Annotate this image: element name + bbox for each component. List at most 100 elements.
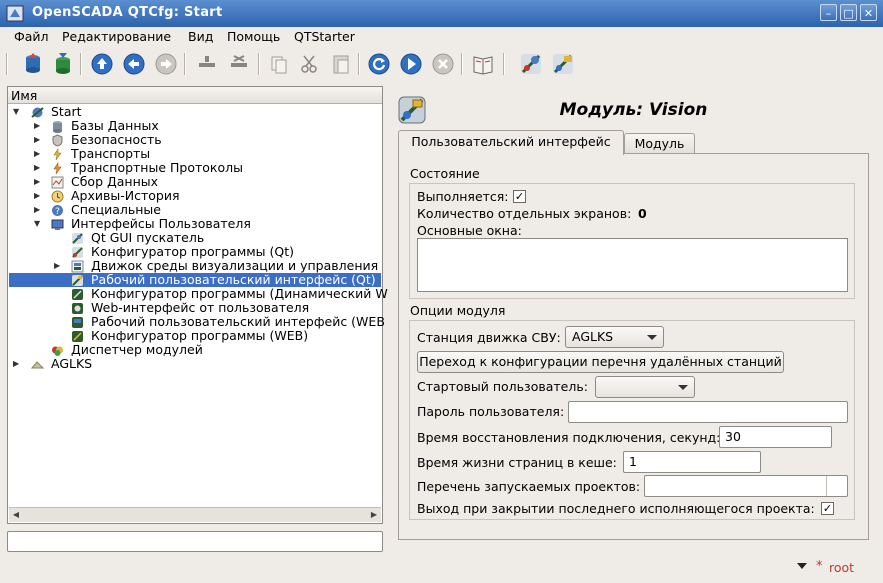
collapse-arrow-icon[interactable]: ▶	[34, 189, 42, 203]
tree-item-webvision[interactable]: Рабочий пользовательский интерфейс (WEB	[91, 315, 385, 329]
tree-item-vcaengine[interactable]: Движок среды визуализации и управления	[91, 259, 378, 273]
back-icon[interactable]	[121, 51, 147, 77]
expand-arrow-icon[interactable]: ▼	[13, 105, 21, 119]
protocol-icon	[53, 162, 62, 175]
tree-horizontal-scrollbar[interactable]: ◀ ▶	[9, 507, 381, 522]
minimize-button[interactable]: –	[820, 4, 837, 21]
item-delete-icon[interactable]	[226, 51, 252, 77]
db-load-icon[interactable]	[20, 51, 46, 77]
tab-module[interactable]: Модуль	[624, 133, 695, 154]
tree-item-qtcfg[interactable]: Конфигуратор программы (Qt)	[91, 245, 294, 259]
projects-combo[interactable]	[644, 475, 848, 497]
title-bar: OpenSCADA QTCfg: Start – □ ✕	[0, 0, 883, 27]
qtcfg-icon[interactable]	[518, 51, 544, 77]
station-select[interactable]: AGLKS	[565, 326, 664, 348]
database-icon	[53, 121, 62, 133]
expand-arrow-icon[interactable]: ▼	[34, 217, 42, 231]
main-windows-label: Основные окна:	[417, 223, 522, 238]
webvision-icon	[72, 317, 83, 328]
webuser-icon	[72, 303, 83, 314]
stop-icon[interactable]	[430, 51, 456, 77]
status-dropdown-icon[interactable]	[797, 563, 807, 569]
forward-icon[interactable]	[153, 51, 179, 77]
window-title: OpenSCADA QTCfg: Start	[32, 5, 223, 20]
menu-help[interactable]: Помощь	[227, 27, 280, 47]
special-icon: ?	[52, 205, 63, 217]
toolbar	[0, 47, 883, 81]
item-add-icon[interactable]	[194, 51, 220, 77]
collapse-arrow-icon[interactable]: ▶	[34, 147, 42, 161]
state-group-label: Состояние	[410, 166, 480, 181]
scroll-right-icon[interactable]: ▶	[367, 508, 381, 521]
tree-item-start[interactable]: Start	[51, 105, 82, 119]
status-user[interactable]: root	[829, 560, 854, 575]
collapse-arrow-icon[interactable]: ▶	[34, 175, 42, 189]
vcaengine-icon	[71, 260, 84, 273]
menu-qtstarter[interactable]: QTStarter	[294, 27, 355, 47]
menu-edit[interactable]: Редактирование	[62, 27, 171, 47]
tree-item-webcfg[interactable]: Конфигуратор программы (WEB)	[91, 329, 308, 343]
qtstarter-icon	[72, 233, 83, 244]
tree-item-transports[interactable]: Транспорты	[71, 147, 150, 161]
exit-on-close-label: Выход при закрытии последнего исполняюще…	[417, 501, 815, 516]
menu-bar: Файл Редактирование Вид Помощь QTStarter	[0, 27, 883, 47]
up-icon[interactable]	[89, 51, 115, 77]
password-field[interactable]	[568, 401, 848, 423]
tree-search-field[interactable]	[7, 531, 383, 552]
tree-item-special[interactable]: Специальные	[71, 203, 161, 217]
transport-icon	[53, 148, 62, 161]
exit-on-close-checkbox[interactable]: ✓	[821, 502, 834, 515]
paste-icon[interactable]	[328, 51, 354, 77]
collapse-arrow-icon[interactable]: ▶	[54, 259, 62, 273]
refresh-icon[interactable]	[366, 51, 392, 77]
tree-item-archives[interactable]: Архивы-История	[71, 189, 179, 203]
close-button[interactable]: ✕	[860, 4, 877, 21]
copy-icon[interactable]	[266, 51, 292, 77]
tree-item-qtstarter[interactable]: Qt GUI пускатель	[91, 231, 204, 245]
scroll-left-icon[interactable]: ◀	[9, 508, 23, 521]
tree-item-webcfgd[interactable]: Конфигуратор программы (Динамический W	[91, 287, 388, 301]
restore-time-label: Время восстановления подключения, секунд…	[417, 430, 721, 445]
tree-header[interactable]: Имя	[8, 87, 382, 104]
manual-icon[interactable]	[470, 51, 496, 77]
start-user-select[interactable]	[595, 376, 695, 398]
tree-item-daq[interactable]: Сбор Данных	[71, 175, 158, 189]
station-label: Станция движка СВУ:	[417, 330, 561, 345]
maximize-button[interactable]: □	[840, 4, 857, 21]
tree-item-databases[interactable]: Базы Данных	[71, 119, 159, 133]
start-icon[interactable]	[398, 51, 424, 77]
tree-item-modsched[interactable]: Диспетчер модулей	[71, 343, 203, 357]
main-windows-textarea[interactable]	[417, 238, 848, 292]
restore-time-field[interactable]: 30	[719, 426, 832, 448]
options-group-label: Опции модуля	[410, 303, 506, 318]
collapse-arrow-icon[interactable]: ▶	[34, 203, 42, 217]
tree-item-protocols[interactable]: Транспортные Протоколы	[71, 161, 243, 175]
status-bar: * root	[0, 557, 883, 583]
station-remote-icon	[31, 361, 44, 369]
collapse-arrow-icon[interactable]: ▶	[34, 161, 42, 175]
tree-item-security[interactable]: Безопасность	[71, 133, 162, 147]
collapse-arrow-icon[interactable]: ▶	[13, 357, 21, 371]
daq-icon	[51, 176, 64, 189]
menu-file[interactable]: Файл	[14, 27, 49, 47]
db-save-icon[interactable]	[50, 51, 76, 77]
tab-panel: Состояние Выполняется: ✓ Количество отде…	[398, 153, 869, 540]
cut-icon[interactable]	[296, 51, 322, 77]
collapse-arrow-icon[interactable]: ▶	[34, 119, 42, 133]
tree-item-vision[interactable]: Рабочий пользовательский интерфейс (Qt)	[91, 273, 376, 287]
tree-item-aglks[interactable]: AGLKS	[51, 357, 92, 371]
tree-item-webuser[interactable]: Web-интерфейс от пользователя	[91, 301, 309, 315]
start-user-label: Стартовый пользователь:	[417, 379, 588, 394]
tree-item-ui[interactable]: Интерфейсы Пользователя	[71, 217, 251, 231]
tab-user-interface[interactable]: Пользовательский интерфейс	[398, 130, 624, 155]
projects-label: Перечень запускаемых проектов:	[417, 479, 641, 494]
cache-lifetime-label: Время жизни страниц в кеше:	[417, 455, 617, 470]
vision-icon[interactable]	[550, 51, 576, 77]
collapse-arrow-icon[interactable]: ▶	[34, 133, 42, 147]
status-marker-icon: *	[816, 559, 823, 574]
goto-remote-stations-button[interactable]: Переход к конфигурации перечня удалённых…	[417, 351, 784, 373]
cache-lifetime-field[interactable]: 1	[623, 451, 761, 473]
running-checkbox[interactable]: ✓	[513, 190, 526, 203]
security-icon	[52, 134, 63, 147]
menu-view[interactable]: Вид	[188, 27, 213, 47]
